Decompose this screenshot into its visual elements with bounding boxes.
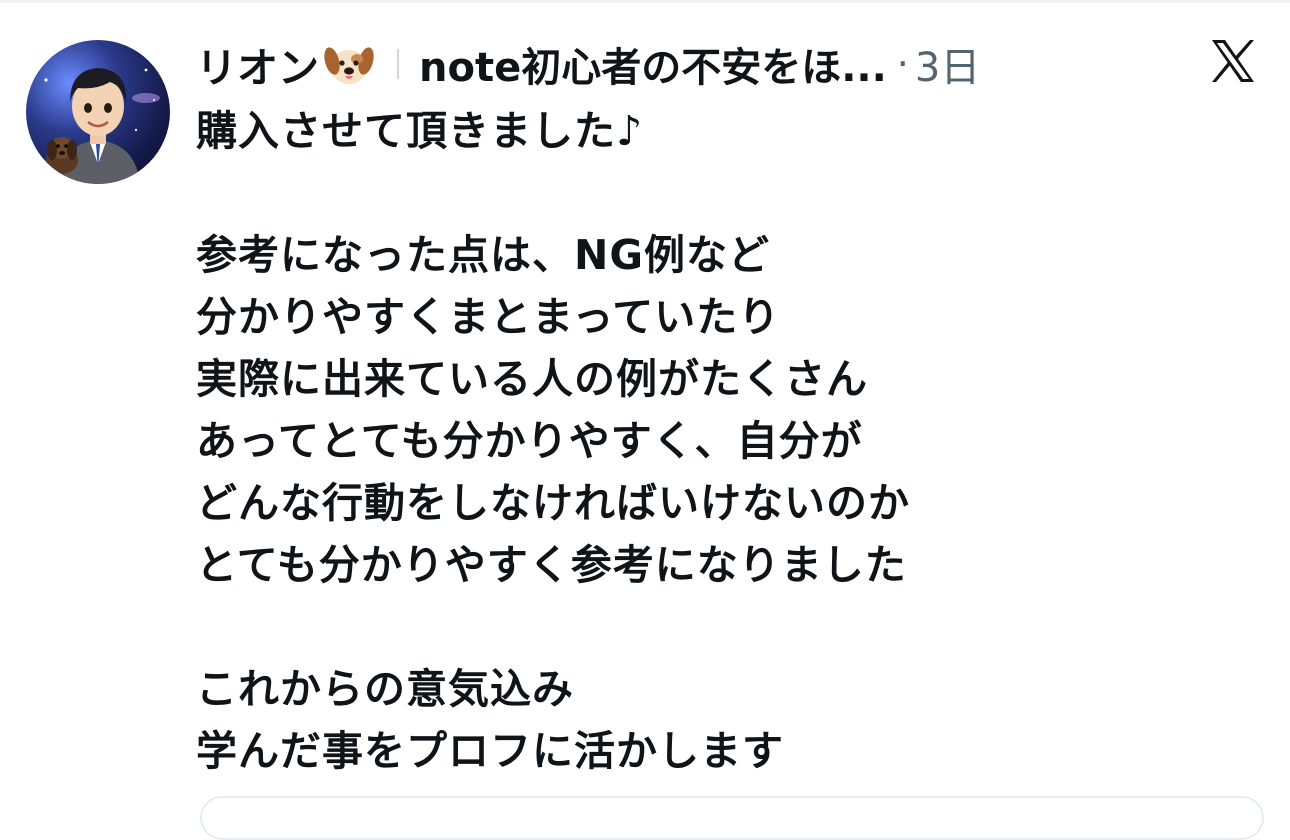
post-body: 購入させて頂きました♪ 参考になった点は、NG例など 分かりやすくまとまっていた… <box>196 100 1196 782</box>
avatar-image <box>44 68 160 184</box>
post-line: どんな行動をしなければいけないのか <box>196 479 910 527</box>
name-separator <box>397 49 399 79</box>
post-header: リオン note初心者の不安をほ... · 3日 <box>196 36 980 92</box>
post-line: 参考になった点は、NG例など <box>196 231 770 279</box>
quoted-card[interactable] <box>200 796 1264 840</box>
author-bio: note初心者の不安をほ... <box>419 45 887 91</box>
post-line: あってとても分かりやすく、自分が <box>196 417 863 465</box>
post-line <box>196 162 1196 224</box>
post-line: 購入させて頂きました♪ <box>196 107 644 155</box>
post-time[interactable]: 3日 <box>915 35 980 93</box>
x-logo-icon[interactable] <box>1208 36 1258 86</box>
post-line: とても分かりやすく参考になりました <box>196 541 907 589</box>
post-line <box>196 596 1196 658</box>
top-divider <box>0 0 1290 3</box>
author-name[interactable]: リオン <box>196 34 319 94</box>
post-line: 学んだ事をプロフに活かします <box>196 727 784 775</box>
avatar[interactable] <box>26 40 170 184</box>
post-line: 実際に出来ている人の例がたくさん <box>196 355 868 403</box>
post-line: 分かりやすくまとまっていたり <box>196 293 781 341</box>
dog-face-icon <box>323 41 375 87</box>
post-line: これからの意気込み <box>196 665 574 713</box>
meta-separator: · <box>896 42 909 86</box>
